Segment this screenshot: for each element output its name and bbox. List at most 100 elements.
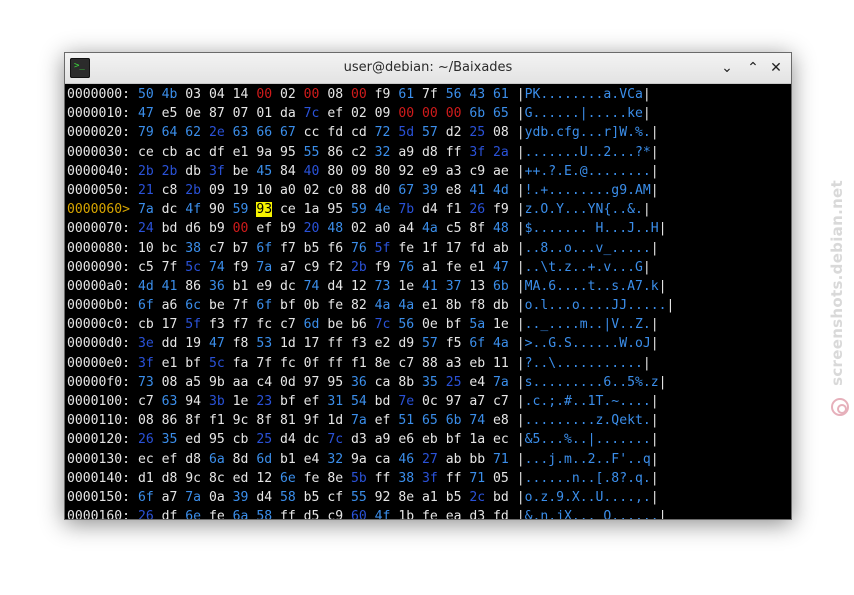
hex-byte[interactable]: c4: [256, 375, 272, 390]
hex-byte[interactable]: e4: [304, 452, 320, 467]
hex-byte[interactable]: 57: [422, 125, 438, 140]
hex-byte[interactable]: ef: [375, 413, 391, 428]
ascii-column[interactable]: MA.6....t..s.A7.k: [525, 279, 659, 294]
hex-byte[interactable]: 73: [138, 375, 154, 390]
hex-byte[interactable]: 12: [256, 471, 272, 486]
hex-byte[interactable]: a1: [422, 260, 438, 275]
hex-byte[interactable]: 31: [327, 394, 343, 409]
hex-byte[interactable]: a0: [375, 221, 391, 236]
hex-byte[interactable]: 32: [375, 145, 391, 160]
hex-byte[interactable]: 80: [327, 164, 343, 179]
hex-byte[interactable]: d1: [138, 471, 154, 486]
hex-byte[interactable]: 48: [327, 221, 343, 236]
hex-byte[interactable]: 8f: [256, 413, 272, 428]
hex-byte[interactable]: 9c: [233, 413, 249, 428]
hex-byte[interactable]: f8: [233, 336, 249, 351]
hex-byte[interactable]: 8f: [469, 221, 485, 236]
hex-byte[interactable]: 6e: [185, 509, 201, 519]
hex-byte[interactable]: fe: [422, 509, 438, 519]
hex-byte[interactable]: d4: [280, 432, 296, 447]
hex-byte[interactable]: 6b: [446, 413, 462, 428]
hex-byte[interactable]: be: [233, 164, 249, 179]
hex-byte[interactable]: 21: [138, 183, 154, 198]
hex-byte[interactable]: c7: [280, 317, 296, 332]
hex-byte[interactable]: b7: [233, 241, 249, 256]
hex-byte[interactable]: 0f: [304, 356, 320, 371]
hex-byte[interactable]: f9: [375, 260, 391, 275]
hex-byte[interactable]: 9a: [256, 145, 272, 160]
ascii-column[interactable]: ......n..[.8?.q.: [525, 471, 651, 486]
hex-byte[interactable]: 4d: [493, 183, 509, 198]
hex-byte[interactable]: 00: [422, 106, 438, 121]
ascii-column[interactable]: s.........6..5%.z: [525, 375, 659, 390]
hex-byte[interactable]: dc: [304, 432, 320, 447]
hex-byte[interactable]: 5c: [209, 356, 225, 371]
hex-byte[interactable]: 47: [493, 260, 509, 275]
hex-byte[interactable]: 5a: [469, 317, 485, 332]
hex-byte[interactable]: b1: [233, 279, 249, 294]
hex-byte[interactable]: 09: [351, 164, 367, 179]
hex-byte[interactable]: b1: [280, 452, 296, 467]
hex-byte[interactable]: d4: [256, 490, 272, 505]
hex-byte[interactable]: c7: [138, 394, 154, 409]
hex-byte[interactable]: 00: [256, 87, 272, 102]
hex-byte[interactable]: 65: [493, 106, 509, 121]
hex-byte[interactable]: 66: [256, 125, 272, 140]
hex-byte[interactable]: 92: [375, 490, 391, 505]
hex-byte[interactable]: d2: [446, 125, 462, 140]
hex-byte[interactable]: a9: [398, 145, 414, 160]
hex-byte[interactable]: 88: [422, 356, 438, 371]
hex-byte[interactable]: bf: [446, 317, 462, 332]
hex-byte[interactable]: d6: [185, 221, 201, 236]
hex-byte[interactable]: 87: [209, 106, 225, 121]
hex-byte[interactable]: 79: [138, 125, 154, 140]
ascii-column[interactable]: .c.;.#..1T.~....: [525, 394, 651, 409]
maximize-button[interactable]: ⌃: [743, 58, 763, 78]
hex-byte[interactable]: 46: [398, 452, 414, 467]
hex-byte[interactable]: 17: [162, 317, 178, 332]
hex-byte[interactable]: 02: [351, 221, 367, 236]
hex-byte[interactable]: fe: [398, 241, 414, 256]
hex-byte[interactable]: ff: [280, 509, 296, 519]
hex-byte[interactable]: 6d: [304, 317, 320, 332]
hex-byte[interactable]: 0e: [422, 317, 438, 332]
hex-byte[interactable]: fe: [327, 298, 343, 313]
hex-byte[interactable]: 5f: [375, 241, 391, 256]
hex-byte[interactable]: fd: [469, 241, 485, 256]
hex-byte[interactable]: b5: [304, 490, 320, 505]
hex-byte[interactable]: aa: [233, 375, 249, 390]
hex-byte[interactable]: 14: [233, 87, 249, 102]
hex-byte[interactable]: 9f: [304, 413, 320, 428]
hex-byte[interactable]: 02: [280, 87, 296, 102]
hex-byte[interactable]: dd: [162, 336, 178, 351]
hex-byte[interactable]: f3: [209, 317, 225, 332]
hex-byte[interactable]: e4: [469, 375, 485, 390]
hex-byte[interactable]: 0d: [280, 375, 296, 390]
hex-byte[interactable]: 32: [327, 452, 343, 467]
hex-byte[interactable]: 19: [185, 336, 201, 351]
hex-byte[interactable]: 0a: [209, 490, 225, 505]
hex-byte[interactable]: 6f: [256, 241, 272, 256]
hex-byte[interactable]: cd: [351, 125, 367, 140]
hex-byte[interactable]: e9: [422, 164, 438, 179]
hex-byte[interactable]: 8d: [233, 452, 249, 467]
hex-byte[interactable]: d4: [327, 279, 343, 294]
hex-byte[interactable]: 67: [398, 183, 414, 198]
hex-byte[interactable]: 7c: [304, 106, 320, 121]
hex-byte[interactable]: cf: [327, 490, 343, 505]
hex-byte[interactable]: 25: [446, 375, 462, 390]
hex-byte[interactable]: bf: [446, 432, 462, 447]
hex-byte[interactable]: f1: [351, 356, 367, 371]
hex-byte[interactable]: 08: [138, 413, 154, 428]
hex-byte[interactable]: 45: [256, 164, 272, 179]
hex-byte[interactable]: 3f: [469, 145, 485, 160]
hex-byte[interactable]: 6f: [469, 336, 485, 351]
hex-byte[interactable]: c2: [351, 145, 367, 160]
hex-byte[interactable]: 1e: [398, 279, 414, 294]
hex-byte[interactable]: 59: [351, 202, 367, 217]
ascii-column[interactable]: o.z.9.X..U....,.: [525, 490, 651, 505]
hex-byte[interactable]: a0: [280, 183, 296, 198]
hex-byte[interactable]: 7a: [256, 260, 272, 275]
hex-byte[interactable]: 97: [446, 394, 462, 409]
hex-byte[interactable]: df: [209, 145, 225, 160]
